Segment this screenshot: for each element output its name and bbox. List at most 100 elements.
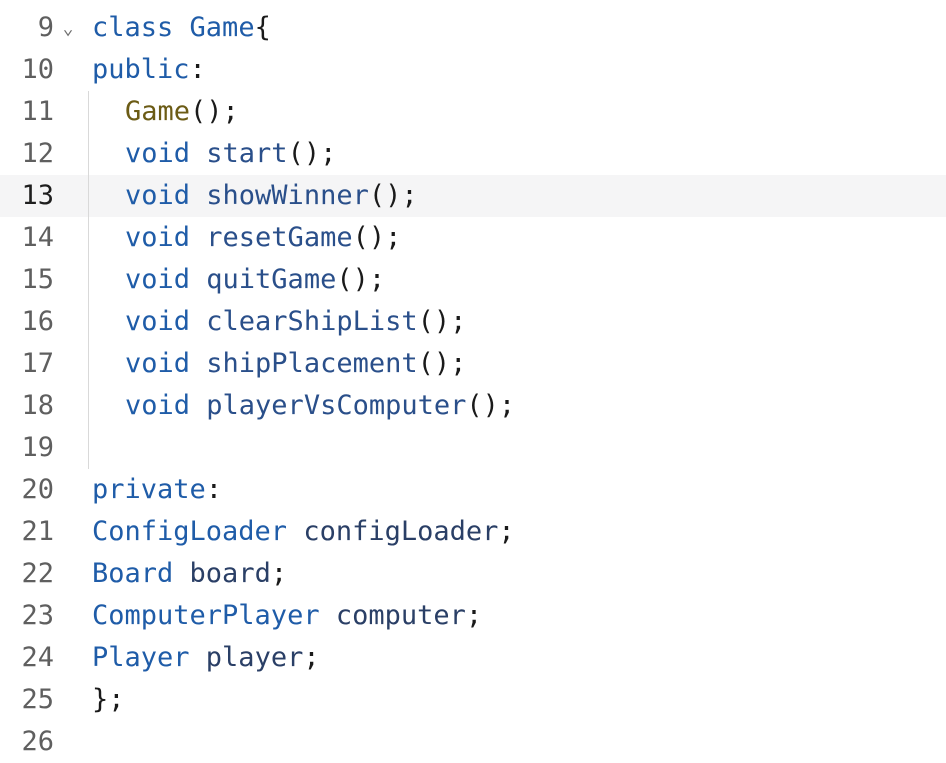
code-token: Game [189,12,255,43]
code-token: quitGame [206,264,337,295]
code-line[interactable]: 13 void showWinner(); [0,175,946,217]
code-token: shipPlacement [206,348,418,379]
code-text: ComputerPlayer computer; [92,595,482,637]
code-token: void [125,348,207,379]
indent-guide [88,385,89,427]
code-text: void showWinner(); [125,175,418,217]
code-line[interactable]: 12 void start(); [0,133,946,175]
code-token: void [125,180,207,211]
fold-chevron-icon[interactable]: ⌄ [58,8,78,50]
code-text: ConfigLoader configLoader; [92,511,515,553]
code-token: (); [287,138,337,169]
code-line[interactable]: 25}; [0,679,946,721]
code-line[interactable]: 15 void quitGame(); [0,259,946,301]
code-token: ; [303,642,320,673]
code-text: }; [92,679,125,721]
code-token: class [92,12,190,43]
code-token: Game [125,96,191,127]
code-token: void [125,390,207,421]
code-token: (); [352,222,402,253]
code-token: clearShipList [206,306,418,337]
code-line[interactable]: 11 Game(); [0,91,946,133]
line-number: 10 [21,54,54,85]
indent-guide [88,343,89,385]
code-text: public: [92,49,206,91]
code-line[interactable]: 26 [0,721,946,763]
indent-guide [88,175,89,217]
code-line[interactable]: 22 Board board; [0,553,946,595]
code-token: ConfigLoader [92,516,304,547]
line-number: 26 [21,726,54,757]
line-number: 9 [37,12,54,43]
code-token: private [92,474,206,505]
code-line[interactable]: 17 void shipPlacement(); [0,343,946,385]
line-number: 16 [21,306,54,337]
code-line[interactable]: 19 [0,427,946,469]
code-token: configLoader [303,516,499,547]
code-token: showWinner [206,180,369,211]
code-token: void [125,306,207,337]
code-text: void playerVsComputer(); [125,385,515,427]
line-number: 17 [21,348,54,379]
code-token: : [189,54,206,85]
code-text: private: [92,469,222,511]
line-number: 24 [21,642,54,673]
line-number: 23 [21,600,54,631]
indent-guide [88,259,89,301]
code-line[interactable]: 20 private: [0,469,946,511]
code-text: void clearShipList(); [125,301,466,343]
line-number: 19 [21,432,54,463]
code-text: class Game{ [92,7,271,49]
code-token: void [125,264,207,295]
code-token: }; [92,684,125,715]
code-line[interactable]: 10 public: [0,49,946,91]
line-number: 25 [21,684,54,715]
code-token: start [206,138,288,169]
code-token: ; [270,558,288,589]
line-number: 22 [21,558,54,589]
code-token: player [205,642,304,673]
indent-guide [88,91,89,133]
line-number: 20 [21,474,54,505]
code-token: void [125,138,207,169]
code-token: Player [92,642,206,673]
code-token: (); [466,390,516,421]
code-line[interactable]: 24 Player player; [0,637,946,679]
code-token: void [125,222,207,253]
code-token: Board [92,558,190,589]
line-number: 14 [21,222,54,253]
code-line[interactable]: 16 void clearShipList(); [0,301,946,343]
code-text: Board board; [92,553,287,595]
code-editor[interactable]: 9 ⌄ class Game{10 public: 11 Game(); 12 void st… [0,7,946,763]
indent-guide [88,301,89,343]
code-line[interactable]: 18 void playerVsComputer(); [0,385,946,427]
code-text: Game(); [125,91,239,133]
line-number: 21 [21,516,54,547]
code-token: ComputerPlayer [92,600,336,631]
line-number: 11 [21,96,54,127]
code-token: public [92,54,190,85]
code-token: : [205,474,223,505]
line-number: 12 [21,138,54,169]
code-token: computer [335,600,466,631]
code-line[interactable]: 9 ⌄ class Game{ [0,7,946,49]
code-token: (); [368,180,418,211]
code-line[interactable]: 14 void resetGame(); [0,217,946,259]
indent-guide [88,133,89,175]
code-text: void resetGame(); [125,217,401,259]
code-token: { [254,12,271,43]
code-token: (); [336,264,386,295]
code-token: (); [417,348,467,379]
code-token: ; [498,516,515,547]
code-token: resetGame [206,222,353,253]
indent-guide [88,217,89,259]
line-number: 13 [21,180,54,211]
code-text: Player player; [92,637,320,679]
code-text: void start(); [125,133,336,175]
code-line[interactable]: 23 ComputerPlayer computer; [0,595,946,637]
code-token: ; [465,600,483,631]
code-text: void shipPlacement(); [125,343,466,385]
line-number: 15 [21,264,54,295]
code-line[interactable]: 21 ConfigLoader configLoader; [0,511,946,553]
code-token: board [189,558,271,589]
